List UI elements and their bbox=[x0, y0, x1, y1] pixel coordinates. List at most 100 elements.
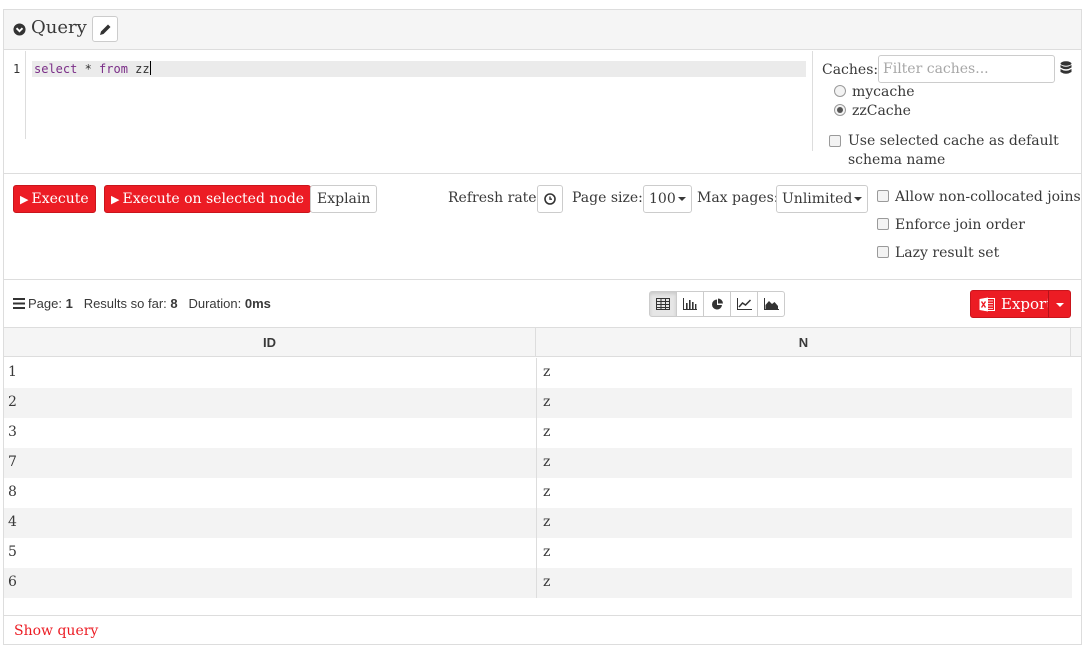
table-row: 3z bbox=[4, 418, 1072, 448]
divider bbox=[4, 279, 1081, 280]
table-cell: 1 bbox=[8, 364, 17, 380]
table-row: 5z bbox=[4, 538, 1072, 568]
cache-name: mycache bbox=[852, 84, 915, 100]
default-schema-label: Use selected cache as default schema nam… bbox=[848, 133, 1059, 168]
divider bbox=[4, 173, 1081, 174]
table-row: 4z bbox=[4, 508, 1072, 538]
max-pages-select[interactable]: Unlimited bbox=[776, 185, 869, 213]
table-cell: z bbox=[543, 364, 551, 380]
option-enforce-join-order[interactable]: Enforce join order bbox=[877, 217, 1025, 233]
bar-chart-button[interactable] bbox=[676, 291, 704, 317]
table-row: 8z bbox=[4, 478, 1072, 508]
cache-name: zzCache bbox=[852, 103, 911, 119]
enforce-order-checkbox[interactable] bbox=[877, 218, 889, 230]
panel-heading: Query bbox=[4, 10, 1081, 50]
lazy-label: Lazy result set bbox=[895, 245, 1000, 261]
table-view-button[interactable] bbox=[649, 291, 677, 317]
area-chart-button[interactable] bbox=[757, 291, 785, 317]
export-options-button[interactable] bbox=[1048, 290, 1071, 318]
pie-chart-icon bbox=[711, 298, 723, 309]
database-icon[interactable] bbox=[1060, 61, 1072, 75]
table-row: 2z bbox=[4, 388, 1072, 418]
page-value: 1 bbox=[65, 296, 73, 311]
page-label: Page: bbox=[28, 296, 62, 311]
sql-editor[interactable]: 1 select * from zz bbox=[4, 51, 812, 181]
play-icon: ▶ bbox=[20, 193, 29, 206]
table-row: 7z bbox=[4, 448, 1072, 478]
option-non-collocated[interactable]: Allow non-collocated joins bbox=[877, 189, 1081, 205]
execute-on-node-button[interactable]: ▶ Execute on selected node bbox=[104, 185, 312, 213]
results-label: Results so far: bbox=[83, 296, 167, 311]
panel-title[interactable]: Query bbox=[31, 17, 87, 38]
export-button[interactable]: Export bbox=[970, 290, 1053, 318]
visualization-toggle bbox=[649, 291, 785, 317]
table-cell: z bbox=[543, 424, 551, 440]
option-lazy-result[interactable]: Lazy result set bbox=[877, 245, 999, 261]
table-cell: z bbox=[543, 454, 551, 470]
table-icon bbox=[656, 298, 670, 310]
table-cell: z bbox=[543, 484, 551, 500]
radio-zzcache[interactable] bbox=[834, 104, 846, 116]
caret-down-icon bbox=[677, 197, 686, 201]
page-size-label: Page size: bbox=[572, 190, 643, 206]
pie-chart-button[interactable] bbox=[703, 291, 731, 317]
menu-icon[interactable] bbox=[13, 298, 25, 309]
max-pages-label: Max pages: bbox=[697, 190, 779, 206]
play-icon: ▶ bbox=[111, 193, 120, 206]
query-panel: Query 1 select * from zz Caches: mycache… bbox=[3, 9, 1082, 645]
default-schema-option[interactable]: Use selected cache as default schema nam… bbox=[829, 132, 1069, 170]
table-row: 1z bbox=[4, 358, 1072, 388]
line-chart-icon bbox=[736, 298, 752, 310]
page-size-select[interactable]: 100 bbox=[643, 185, 692, 213]
area-chart-icon bbox=[763, 298, 779, 310]
code-keyword: from bbox=[99, 62, 128, 76]
table-cell: 7 bbox=[8, 454, 17, 470]
table-header: ID N bbox=[4, 327, 1081, 357]
code-identifier: zz bbox=[127, 62, 150, 76]
text-cursor bbox=[149, 61, 151, 75]
line-chart-button[interactable] bbox=[730, 291, 758, 317]
results-summary: Page: 1 Results so far: 8 Duration: 0ms bbox=[13, 296, 271, 311]
results-value: 8 bbox=[170, 296, 178, 311]
caches-divider bbox=[812, 51, 813, 151]
line-number: 1 bbox=[13, 62, 21, 76]
table-row: 6z bbox=[4, 568, 1072, 598]
pencil-icon bbox=[100, 24, 111, 35]
caches-filter-input[interactable] bbox=[878, 55, 1055, 83]
code-line[interactable]: select * from zz bbox=[32, 61, 806, 77]
table-cell: z bbox=[543, 574, 551, 590]
rename-button[interactable] bbox=[92, 16, 118, 42]
excel-icon bbox=[979, 297, 995, 312]
table-cell: z bbox=[543, 394, 551, 410]
radio-mycache[interactable] bbox=[834, 85, 846, 97]
execute-button[interactable]: ▶ Execute bbox=[13, 185, 96, 213]
cache-option-mycache[interactable]: mycache bbox=[834, 84, 915, 100]
caches-label: Caches: bbox=[822, 62, 879, 78]
table-cell: 2 bbox=[8, 394, 17, 410]
duration-label: Duration: bbox=[188, 296, 242, 311]
column-header-id[interactable]: ID bbox=[4, 328, 536, 357]
refresh-rate-label: Refresh rate: bbox=[448, 190, 542, 206]
table-cell: 4 bbox=[8, 514, 17, 530]
enforce-order-label: Enforce join order bbox=[895, 217, 1025, 233]
divider bbox=[4, 615, 1081, 616]
bar-chart-icon bbox=[683, 298, 697, 310]
caret-down-icon bbox=[1056, 303, 1064, 307]
table-cell: 8 bbox=[8, 484, 17, 500]
gutter-divider bbox=[25, 51, 26, 139]
table-cell: 3 bbox=[8, 424, 17, 440]
default-schema-checkbox[interactable] bbox=[829, 135, 841, 147]
refresh-rate-button[interactable] bbox=[537, 185, 563, 213]
collapse-chevron-icon[interactable] bbox=[13, 23, 26, 36]
table-cell: z bbox=[543, 514, 551, 530]
column-header-n[interactable]: N bbox=[537, 328, 1071, 357]
export-label: Export bbox=[1001, 295, 1053, 313]
show-query-link[interactable]: Show query bbox=[14, 623, 98, 639]
clock-icon bbox=[544, 193, 556, 205]
execute-label: Execute bbox=[31, 191, 89, 207]
lazy-checkbox[interactable] bbox=[877, 246, 889, 258]
non-collocated-checkbox[interactable] bbox=[877, 190, 889, 202]
explain-button[interactable]: Explain bbox=[310, 185, 378, 213]
cache-option-zzcache[interactable]: zzCache bbox=[834, 103, 911, 119]
execute-node-label: Execute on selected node bbox=[122, 191, 305, 207]
